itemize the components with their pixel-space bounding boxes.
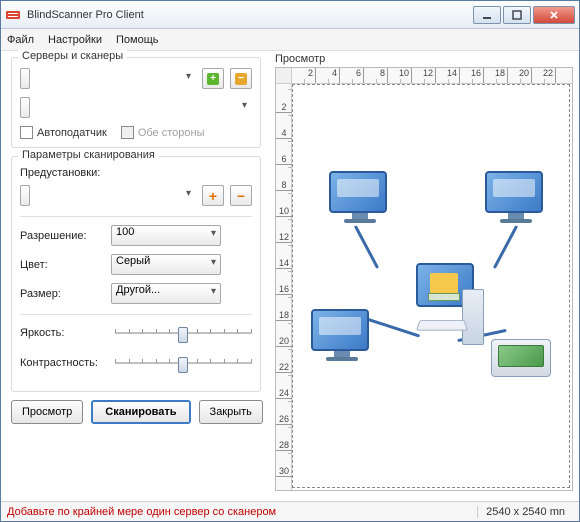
add-preset-button[interactable]: + xyxy=(202,185,224,206)
presets-label: Предустановки: xyxy=(20,167,252,179)
ruler-tick: 10 xyxy=(388,68,412,83)
minus-icon: − xyxy=(235,73,247,85)
ruler-tick: 22 xyxy=(532,68,556,83)
preset-select[interactable] xyxy=(20,185,196,206)
minimize-button[interactable] xyxy=(473,6,501,24)
preview-area: 246810121416182022 246810121416182022242… xyxy=(275,67,573,491)
status-message: Добавьте по крайней мере один сервер со … xyxy=(7,506,477,518)
menu-help[interactable]: Помощь xyxy=(116,34,159,46)
params-group-label: Параметры сканирования xyxy=(18,149,159,161)
status-dimensions: 2540 x 2540 mn xyxy=(477,506,573,518)
ruler-vertical: 24681012141618202224262830 xyxy=(276,84,292,490)
app-icon xyxy=(5,7,21,23)
server-select[interactable] xyxy=(20,68,196,89)
preview-label: Просмотр xyxy=(275,53,573,65)
ruler-tick: 12 xyxy=(412,68,436,83)
size-select[interactable]: Другой... xyxy=(111,283,221,304)
ruler-tick: 18 xyxy=(276,310,292,321)
ruler-tick: 6 xyxy=(340,68,364,83)
computer-icon xyxy=(329,171,391,225)
servers-group-label: Серверы и сканеры xyxy=(18,50,127,62)
auto-feeder-checkbox[interactable]: Автоподатчик xyxy=(20,126,107,139)
preview-button[interactable]: Просмотр xyxy=(11,400,83,424)
ruler-tick: 4 xyxy=(276,128,292,139)
computer-icon xyxy=(485,171,547,225)
resolution-select[interactable]: 100 xyxy=(111,225,221,246)
ruler-tick: 2 xyxy=(276,102,292,113)
ruler-horizontal: 246810121416182022 xyxy=(292,68,572,84)
both-sides-checkbox: Обе стороны xyxy=(121,126,205,139)
scan-button[interactable]: Сканировать xyxy=(91,400,190,424)
remove-server-button[interactable]: − xyxy=(230,68,252,89)
resolution-label: Разрешение: xyxy=(20,230,105,242)
ruler-tick: 28 xyxy=(276,440,292,451)
computer-icon xyxy=(311,309,373,363)
ruler-corner xyxy=(276,68,292,84)
menu-settings[interactable]: Настройки xyxy=(48,34,102,46)
ruler-tick: 2 xyxy=(292,68,316,83)
ruler-tick: 20 xyxy=(508,68,532,83)
brightness-slider[interactable] xyxy=(115,323,252,343)
statusbar: Добавьте по крайней мере один сервер со … xyxy=(1,501,579,521)
ruler-tick: 14 xyxy=(436,68,460,83)
ruler-tick: 12 xyxy=(276,232,292,243)
ruler-tick: 8 xyxy=(276,180,292,191)
checkbox-icon xyxy=(121,126,134,139)
menubar: Файл Настройки Помощь xyxy=(1,29,579,51)
params-group: Параметры сканирования Предустановки: + … xyxy=(11,156,261,392)
close-app-button[interactable]: Закрыть xyxy=(199,400,263,424)
action-buttons: Просмотр Сканировать Закрыть xyxy=(11,400,261,424)
ruler-tick: 6 xyxy=(276,154,292,165)
contrast-slider[interactable] xyxy=(115,353,252,373)
divider xyxy=(20,216,252,217)
checkbox-icon xyxy=(20,126,33,139)
scanner-icon xyxy=(491,339,551,377)
ruler-tick: 22 xyxy=(276,362,292,373)
ruler-tick: 18 xyxy=(484,68,508,83)
server-icon xyxy=(416,263,486,353)
ruler-tick: 30 xyxy=(276,466,292,477)
menu-file[interactable]: Файл xyxy=(7,34,34,46)
color-select[interactable]: Серый xyxy=(111,254,221,275)
ruler-tick: 8 xyxy=(364,68,388,83)
slider-thumb xyxy=(178,327,188,343)
left-panel: Серверы и сканеры + − Автоподатчик xyxy=(1,51,271,501)
scanner-select[interactable] xyxy=(20,97,252,118)
plus-icon: + xyxy=(209,188,217,204)
network-illustration xyxy=(311,171,551,401)
window-controls xyxy=(473,6,575,24)
ruler-tick: 14 xyxy=(276,258,292,269)
ruler-tick: 4 xyxy=(316,68,340,83)
app-window: BlindScanner Pro Client Файл Настройки П… xyxy=(0,0,580,522)
color-label: Цвет: xyxy=(20,259,105,271)
ruler-tick: 16 xyxy=(276,284,292,295)
add-server-button[interactable]: + xyxy=(202,68,224,89)
titlebar: BlindScanner Pro Client xyxy=(1,1,579,29)
window-title: BlindScanner Pro Client xyxy=(27,9,473,21)
ruler-tick: 24 xyxy=(276,388,292,399)
minus-icon: − xyxy=(237,188,245,204)
ruler-tick: 10 xyxy=(276,206,292,217)
divider xyxy=(20,314,252,315)
ruler-tick: 16 xyxy=(460,68,484,83)
preview-canvas[interactable] xyxy=(292,84,570,488)
close-button[interactable] xyxy=(533,6,575,24)
contrast-label: Контрастность: xyxy=(20,357,115,369)
servers-group: Серверы и сканеры + − Автоподатчик xyxy=(11,57,261,148)
remove-preset-button[interactable]: − xyxy=(230,185,252,206)
slider-thumb xyxy=(178,357,188,373)
maximize-button[interactable] xyxy=(503,6,531,24)
ruler-tick: 20 xyxy=(276,336,292,347)
brightness-label: Яркость: xyxy=(20,327,115,339)
size-label: Размер: xyxy=(20,288,105,300)
right-panel: Просмотр 246810121416182022 246810121416… xyxy=(271,51,579,501)
ruler-tick: 26 xyxy=(276,414,292,425)
plus-icon: + xyxy=(207,73,219,85)
